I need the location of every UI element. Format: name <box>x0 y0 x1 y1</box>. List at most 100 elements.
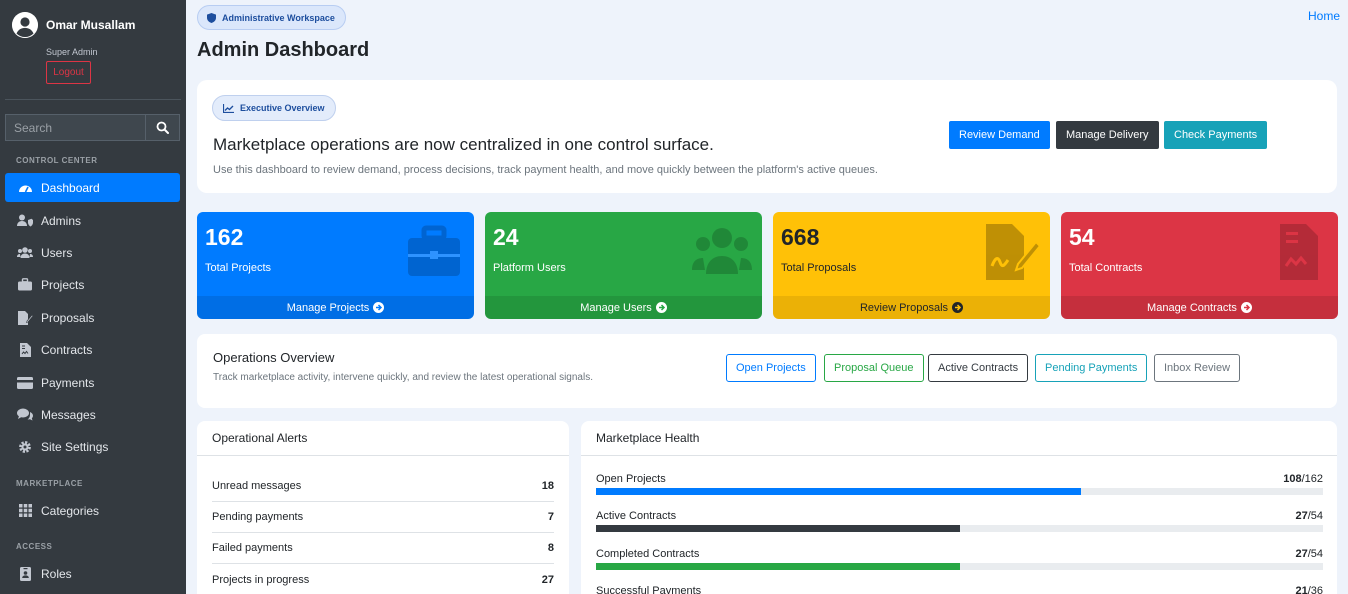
dashboard-gauge-icon <box>17 181 33 195</box>
progress-bar <box>596 525 1323 532</box>
executive-overview-badge: Executive Overview <box>212 95 336 121</box>
sidebar-item-payments[interactable]: Payments <box>5 368 180 397</box>
marketplace-health-card: Marketplace Health Open Projects 108/162 … <box>581 421 1337 594</box>
manage-users-link[interactable]: Manage Users <box>485 296 762 319</box>
sidebar-item-label: Dashboard <box>41 180 100 195</box>
stat-link-label: Review Proposals <box>859 301 949 314</box>
sidebar-item-site-settings[interactable]: Site Settings <box>5 432 180 461</box>
sidebar-item-messages[interactable]: Messages <box>5 400 180 429</box>
sidebar-item-label: Proposals <box>41 310 95 325</box>
alert-row: Unread messages 18 <box>212 471 554 502</box>
health-label: Completed Contracts <box>596 548 700 560</box>
alert-row: Projects in progress 27 <box>212 564 554 594</box>
search-icon <box>156 121 169 134</box>
alert-row: Pending payments 7 <box>212 502 554 533</box>
manage-delivery-button[interactable]: Manage Delivery <box>1056 121 1159 149</box>
file-contract-icon <box>1280 224 1318 280</box>
credit-card-icon <box>17 376 33 390</box>
open-projects-button[interactable]: Open Projects <box>726 354 816 382</box>
sidebar-item-label: Admins <box>41 213 82 228</box>
home-link[interactable]: Home <box>1308 9 1340 23</box>
sidebar-item-label: Projects <box>41 277 85 292</box>
nav-header-marketplace: MARKETPLACE <box>16 479 83 488</box>
sidebar-item-label: Site Settings <box>41 439 109 454</box>
file-signature-icon <box>17 310 33 325</box>
hero-panel: Executive Overview Marketplace operation… <box>197 80 1337 193</box>
sidebar-divider <box>5 99 181 100</box>
grid-icon <box>17 504 33 518</box>
manage-projects-link[interactable]: Manage Projects <box>197 296 474 319</box>
health-row: Successful Payments 21/36 <box>596 585 1323 594</box>
progress-bar <box>596 488 1323 495</box>
briefcase-icon <box>17 278 33 292</box>
stat-label: Total Proposals <box>781 262 857 274</box>
alert-value: 7 <box>547 511 554 523</box>
operational-alerts-title: Operational Alerts <box>197 421 569 456</box>
comments-icon <box>17 408 33 422</box>
id-badge-icon <box>17 566 33 581</box>
sidebar-item-label: Payments <box>41 375 95 390</box>
stat-value: 668 <box>781 224 820 250</box>
stat-card-contracts: 54 Total Contracts Manage Contracts <box>1061 212 1338 319</box>
alert-label: Failed payments <box>212 542 293 554</box>
progress-fill <box>596 488 1081 495</box>
stat-link-label: Manage Contracts <box>1147 301 1237 314</box>
proposal-queue-button[interactable]: Proposal Queue <box>824 354 924 382</box>
user-name[interactable]: Omar Musallam <box>46 18 135 32</box>
hero-title: Marketplace operations are now centraliz… <box>213 135 714 154</box>
user-role: Super Admin <box>46 47 98 57</box>
file-signature-icon <box>986 224 1040 280</box>
arrow-circle-right-icon <box>655 302 667 313</box>
sidebar-item-projects[interactable]: Projects <box>5 270 180 299</box>
health-count: 21 <box>1295 585 1308 594</box>
stat-link-label: Manage Projects <box>286 301 370 314</box>
nav-header-access: ACCESS <box>16 542 53 551</box>
alert-label: Pending payments <box>212 511 304 523</box>
stat-value: 54 <box>1069 224 1095 250</box>
page-title: Admin Dashboard <box>197 39 370 61</box>
sidebar-item-roles[interactable]: Roles <box>5 559 180 588</box>
inbox-review-button[interactable]: Inbox Review <box>1154 354 1241 382</box>
stat-value: 162 <box>205 224 244 250</box>
sidebar-item-label: Categories <box>41 503 100 518</box>
health-label: Active Contracts <box>596 510 677 522</box>
alert-value: 27 <box>541 573 554 586</box>
sidebar-item-categories[interactable]: Categories <box>5 496 180 525</box>
sidebar-item-contracts[interactable]: Contracts <box>5 335 180 364</box>
stat-label: Total Projects <box>205 262 272 274</box>
stat-label: Platform Users <box>493 262 566 274</box>
operations-overview-title: Operations Overview <box>213 350 335 365</box>
workspace-badge-label: Administrative Workspace <box>222 12 335 23</box>
review-demand-button[interactable]: Review Demand <box>949 121 1050 149</box>
alert-row: Failed payments 8 <box>212 533 554 564</box>
hero-subtitle: Use this dashboard to review demand, pro… <box>213 164 878 176</box>
file-contract-icon <box>17 342 33 357</box>
sidebar-item-label: Messages <box>41 407 96 422</box>
check-payments-button[interactable]: Check Payments <box>1164 121 1268 149</box>
sidebar-item-dashboard[interactable]: Dashboard <box>5 173 180 202</box>
search-input[interactable] <box>5 114 145 141</box>
stat-value: 24 <box>493 224 519 250</box>
logout-button[interactable]: Logout <box>46 61 91 84</box>
sidebar-item-users[interactable]: Users <box>5 238 180 267</box>
sidebar-item-label: Contracts <box>41 342 93 357</box>
health-count: 27 <box>1295 548 1308 560</box>
search-button[interactable] <box>145 114 180 141</box>
shield-icon <box>207 12 216 23</box>
health-total: /54 <box>1307 510 1323 522</box>
manage-contracts-link[interactable]: Manage Contracts <box>1061 296 1338 319</box>
arrow-circle-right-icon <box>373 302 385 313</box>
alert-label: Projects in progress <box>212 573 310 586</box>
marketplace-health-title: Marketplace Health <box>581 421 1337 456</box>
avatar-icon[interactable] <box>12 12 38 38</box>
health-total: /162 <box>1301 473 1323 485</box>
active-contracts-button[interactable]: Active Contracts <box>928 354 1029 382</box>
pending-payments-button[interactable]: Pending Payments <box>1035 354 1148 382</box>
review-proposals-link[interactable]: Review Proposals <box>773 296 1050 319</box>
sidebar-item-proposals[interactable]: Proposals <box>5 303 180 332</box>
stat-card-projects: 162 Total Projects Manage Projects <box>197 212 474 319</box>
progress-fill <box>596 525 960 532</box>
operations-overview-subtitle: Track marketplace activity, intervene qu… <box>213 372 593 383</box>
sidebar-item-admins[interactable]: Admins <box>5 206 180 235</box>
stat-link-label: Manage Users <box>580 301 652 314</box>
